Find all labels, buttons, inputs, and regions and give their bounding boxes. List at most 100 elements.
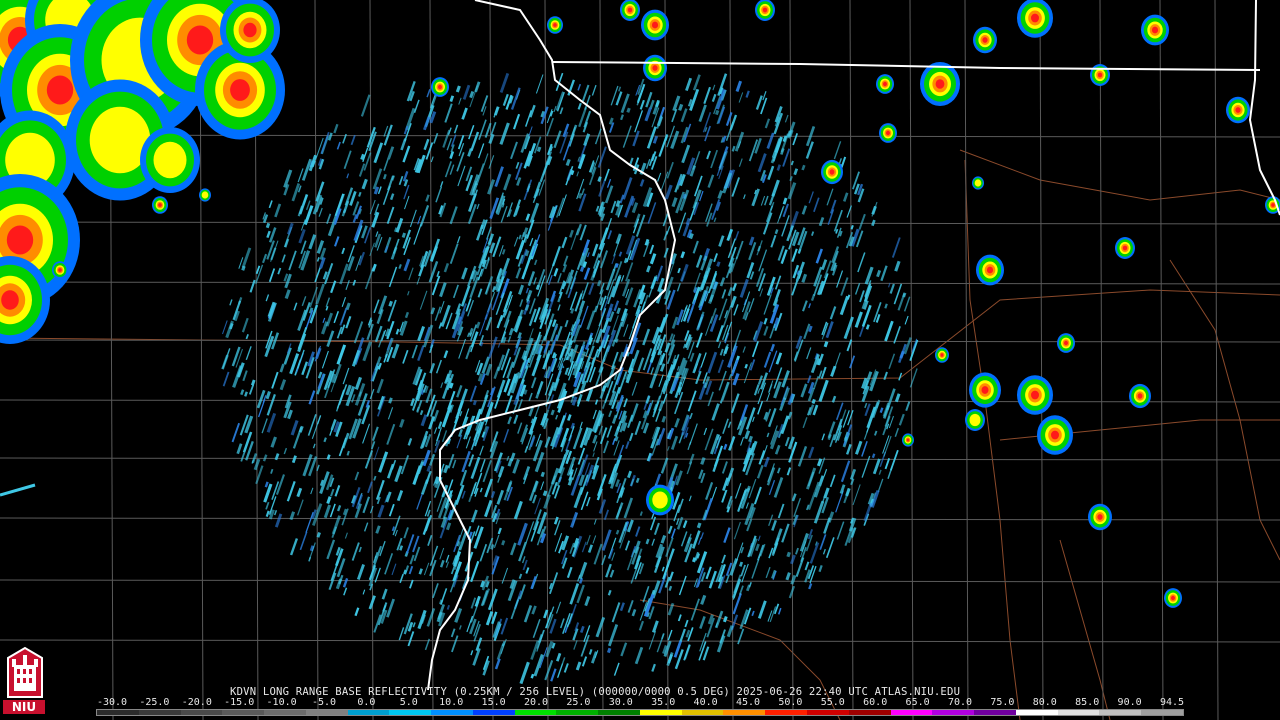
storm-cell [1235, 107, 1241, 113]
echo-streak [850, 224, 854, 230]
scale-label: -20.0 [181, 697, 212, 708]
echo-streak [723, 527, 731, 543]
echo-streak [300, 219, 306, 231]
echo-streak [726, 625, 734, 638]
echo-streak [372, 426, 379, 442]
echo-streak [634, 110, 644, 133]
scale-label: 20.0 [523, 697, 549, 708]
echo-streak [561, 535, 570, 551]
echo-streak [852, 484, 861, 506]
echo-streak [718, 370, 727, 391]
echo-streak [615, 200, 621, 208]
echo-streak [579, 421, 583, 429]
storm-cell [1051, 430, 1059, 440]
echo-streak [358, 191, 362, 197]
echo-streak [619, 602, 625, 612]
echo-streak [472, 647, 481, 666]
echo-streak [642, 328, 651, 346]
echo-streak [633, 213, 641, 228]
echo-streak [755, 543, 760, 552]
storm-cell [6, 225, 34, 255]
echo-streak [646, 126, 657, 149]
echo-streak [634, 646, 644, 665]
echo-streak [725, 574, 730, 584]
echo-streak [503, 173, 512, 191]
echo-streak [449, 206, 458, 225]
echo-streak [517, 332, 522, 339]
echo-streak [449, 164, 455, 175]
echo-streak [417, 326, 426, 342]
echo-streak [733, 304, 739, 316]
echo-streak [782, 203, 789, 218]
echo-streak [479, 459, 486, 473]
echo-streak [244, 391, 248, 397]
echo-streak [518, 234, 522, 240]
echo-streak [519, 661, 530, 685]
echo-streak [504, 395, 513, 415]
echo-streak [553, 130, 562, 149]
echo-streak [296, 499, 304, 516]
storm-cell [243, 22, 257, 38]
echo-streak [864, 266, 874, 285]
storm-cell [974, 179, 982, 187]
echo-streak [453, 124, 459, 134]
echo-streak [712, 458, 720, 472]
echo-streak [456, 152, 465, 172]
echo-streak [787, 393, 795, 406]
echo-streak [460, 285, 471, 307]
echo-streak [458, 338, 467, 359]
echo-streak [615, 91, 623, 106]
echo-streak [729, 114, 738, 131]
echo-streak [795, 547, 799, 555]
scale-label: 55.0 [820, 697, 845, 708]
echo-streak [700, 594, 707, 605]
echo-streak [586, 310, 596, 330]
echo-streak [535, 74, 544, 94]
echo-streak [849, 355, 856, 369]
echo-streak [373, 142, 384, 164]
echo-streak [708, 570, 717, 589]
echo-streak [687, 441, 692, 451]
echo-streak [768, 547, 774, 559]
echo-streak [422, 449, 431, 467]
echo-streak [529, 436, 536, 448]
echo-streak [839, 484, 846, 494]
echo-streak [326, 330, 335, 348]
echo-streak [386, 598, 395, 618]
dbz-scale-labels: -30.0 -25.0 -20.0 -15.0 -10.0 -5.0 0.0 5.0 10.0 1… [0, 698, 1280, 708]
echo-streak [668, 585, 673, 591]
echo-streak [529, 202, 540, 223]
dbz-color-bar [96, 709, 1184, 716]
scale-label: 60.0 [863, 697, 888, 708]
echo-streak [680, 531, 688, 547]
echo-streak [371, 263, 377, 272]
echo-streak [648, 606, 655, 620]
echo-streak [457, 165, 466, 187]
echo-streak [763, 195, 769, 206]
echo-streak [639, 99, 645, 110]
echo-streak [496, 489, 505, 505]
echo-streak [293, 302, 298, 311]
echo-streak [753, 486, 762, 505]
echo-streak [590, 651, 598, 664]
echo-streak [894, 393, 901, 403]
echo-streak [557, 273, 562, 283]
echo-streak [518, 573, 523, 580]
echo-streak [721, 489, 728, 503]
echo-streak [581, 188, 585, 196]
scale-label: 50.0 [778, 697, 803, 708]
echo-streak [432, 409, 440, 422]
color-bar-segment [932, 710, 975, 715]
echo-streak [688, 495, 692, 502]
echo-streak [717, 190, 724, 200]
echo-streak [229, 299, 233, 306]
echo-streak [474, 595, 481, 607]
echo-streak [737, 628, 745, 645]
echo-streak [565, 166, 574, 186]
echo-streak [399, 545, 404, 551]
echo-streak [388, 503, 395, 517]
echo-streak [430, 245, 438, 262]
echo-streak [676, 283, 681, 292]
echo-streak [465, 345, 472, 360]
echo-streak [490, 121, 497, 136]
